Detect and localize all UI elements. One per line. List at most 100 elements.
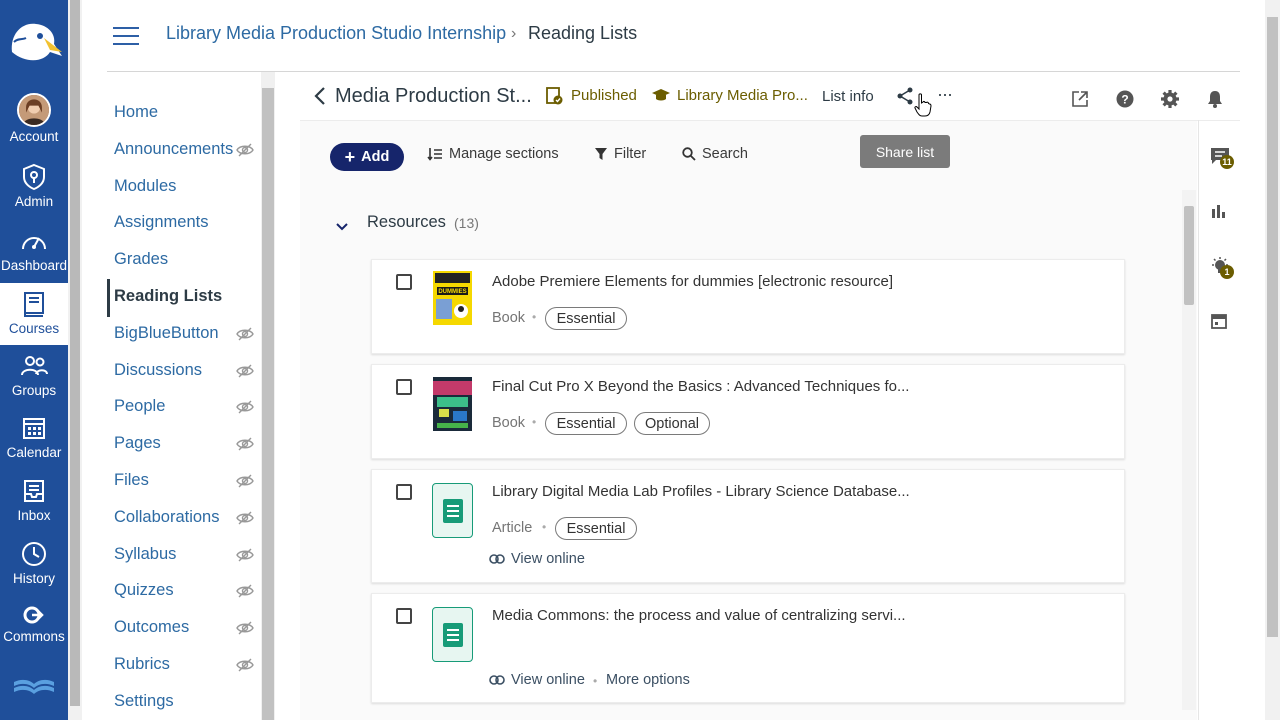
article-document-icon xyxy=(432,607,473,662)
global-nav-account[interactable]: Account xyxy=(0,93,68,144)
global-nav-groups[interactable]: Groups xyxy=(0,351,68,398)
manage-sections-label: Manage sections xyxy=(449,146,559,162)
filter-label: Filter xyxy=(614,146,647,162)
list-item[interactable]: Media Commons: the process and value of … xyxy=(371,593,1125,703)
global-nav-label: Groups xyxy=(11,383,57,398)
view-online-label: View online xyxy=(511,672,585,688)
item-type: Article xyxy=(492,520,533,536)
course-nav-item[interactable]: Collaborations xyxy=(114,508,219,527)
calendar-icon xyxy=(19,413,49,443)
course-nav-item[interactable]: Announcements xyxy=(114,140,233,159)
global-nav-scrollbar[interactable] xyxy=(68,0,82,720)
importance-tag[interactable]: Essential xyxy=(555,517,637,540)
schedule-calendar-icon[interactable] xyxy=(1211,313,1227,329)
app-header-divider xyxy=(300,120,1240,121)
search-icon xyxy=(682,147,696,161)
institution-logo[interactable] xyxy=(4,12,64,70)
separator-dot: • xyxy=(542,520,547,534)
list-info-button[interactable]: List info xyxy=(822,88,874,105)
book-icon xyxy=(19,289,49,319)
item-checkbox[interactable] xyxy=(396,608,412,624)
manage-sections-button[interactable]: Manage sections xyxy=(427,146,559,162)
importance-tag[interactable]: Optional xyxy=(634,412,710,435)
more-options-icon[interactable]: ··· xyxy=(937,84,953,105)
course-nav-item[interactable]: Settings xyxy=(114,692,174,711)
course-nav-item[interactable]: Grades xyxy=(114,250,168,269)
global-nav-admin[interactable]: Admin xyxy=(0,162,68,209)
course-nav-item[interactable]: Outcomes xyxy=(114,618,189,637)
settings-gear-icon[interactable] xyxy=(1160,89,1180,109)
course-nav-item[interactable]: Discussions xyxy=(114,361,202,380)
course-menu-toggle-icon[interactable] xyxy=(113,27,139,47)
global-nav-history[interactable]: History xyxy=(0,539,68,586)
item-title[interactable]: Library Digital Media Lab Profiles - Lib… xyxy=(492,483,910,500)
item-title[interactable]: Adobe Premiere Elements for dummies [ele… xyxy=(492,273,893,290)
collapse-chevron-icon[interactable] xyxy=(335,219,349,231)
open-book-logo-icon xyxy=(12,676,56,698)
course-nav-item[interactable]: BigBlueButton xyxy=(114,324,219,343)
list-item[interactable]: Library Digital Media Lab Profiles - Lib… xyxy=(371,469,1125,583)
back-chevron-icon[interactable] xyxy=(313,86,327,106)
external-link-icon[interactable] xyxy=(1071,90,1089,108)
share-icon[interactable] xyxy=(896,87,914,105)
course-nav-scrollbar[interactable] xyxy=(261,72,275,720)
analytics-icon[interactable] xyxy=(1211,203,1227,219)
breadcrumb-course[interactable]: Library Media Production Studio Internsh… xyxy=(166,23,506,44)
section-count: (13) xyxy=(454,215,479,231)
course-nav-item[interactable]: Assignments xyxy=(114,213,208,232)
book-cover-image xyxy=(433,377,472,431)
course-nav-item[interactable]: People xyxy=(114,397,165,416)
course-nav-item[interactable]: Pages xyxy=(114,434,161,453)
course-nav-item[interactable]: Quizzes xyxy=(114,581,174,600)
course-nav-item[interactable]: Rubrics xyxy=(114,655,170,674)
search-button[interactable]: Search xyxy=(682,146,748,162)
page-scrollbar[interactable] xyxy=(1265,0,1280,720)
list-item[interactable]: DUMMIES Adobe Premiere Elements for dumm… xyxy=(371,259,1125,354)
sort-icon xyxy=(427,148,442,161)
list-item[interactable]: Final Cut Pro X Beyond the Basics : Adva… xyxy=(371,364,1125,459)
hidden-eye-icon xyxy=(236,400,254,414)
plus-icon: + xyxy=(344,147,356,167)
help-icon[interactable]: ? xyxy=(1116,90,1134,108)
content-scrollbar[interactable] xyxy=(1182,190,1196,710)
item-checkbox[interactable] xyxy=(396,379,412,395)
importance-tag[interactable]: Essential xyxy=(545,412,627,435)
hidden-eye-icon xyxy=(236,511,254,525)
view-online-label: View online xyxy=(511,551,585,567)
item-title[interactable]: Media Commons: the process and value of … xyxy=(492,607,906,624)
side-panel-divider xyxy=(1198,120,1199,720)
hand-cursor-icon xyxy=(914,93,932,117)
global-nav-label: Admin xyxy=(14,194,54,209)
separator-dot: • xyxy=(532,415,537,429)
breadcrumb-separator: › xyxy=(511,25,517,42)
item-checkbox[interactable] xyxy=(396,274,412,290)
course-nav-item[interactable]: Modules xyxy=(114,177,176,196)
more-options-link[interactable]: More options xyxy=(606,672,690,688)
hidden-eye-icon xyxy=(236,364,254,378)
global-nav-commons[interactable]: Commons xyxy=(0,603,68,644)
notification-bell-icon[interactable] xyxy=(1206,89,1224,109)
item-title[interactable]: Final Cut Pro X Beyond the Basics : Adva… xyxy=(492,378,909,395)
course-nav-item[interactable]: Files xyxy=(114,471,149,490)
add-button[interactable]: + Add xyxy=(330,143,404,171)
clock-icon xyxy=(19,539,49,569)
feedback-icon[interactable]: 11 xyxy=(1210,147,1236,171)
global-nav-courses[interactable]: Courses xyxy=(0,283,68,345)
global-nav-dashboard[interactable]: Dashboard xyxy=(0,226,68,273)
list-course[interactable]: Library Media Pro... xyxy=(677,87,808,104)
ideas-icon[interactable]: 1 xyxy=(1210,257,1236,281)
view-online-link[interactable]: View online xyxy=(489,551,585,567)
course-nav-item[interactable]: Home xyxy=(114,103,158,122)
course-nav-item[interactable]: Syllabus xyxy=(114,545,176,564)
global-nav-label: Calendar xyxy=(6,445,62,460)
importance-tag[interactable]: Essential xyxy=(545,307,627,330)
global-nav-inbox[interactable]: Inbox xyxy=(0,476,68,523)
separator-dot: • xyxy=(593,674,598,688)
add-button-label: Add xyxy=(361,149,390,165)
filter-button[interactable]: Filter xyxy=(594,146,646,162)
item-checkbox[interactable] xyxy=(396,484,412,500)
global-nav-calendar[interactable]: Calendar xyxy=(0,413,68,460)
course-nav-item[interactable]: Reading Lists xyxy=(114,287,222,306)
view-online-link[interactable]: View online xyxy=(489,672,585,688)
graduation-cap-icon xyxy=(651,88,671,104)
